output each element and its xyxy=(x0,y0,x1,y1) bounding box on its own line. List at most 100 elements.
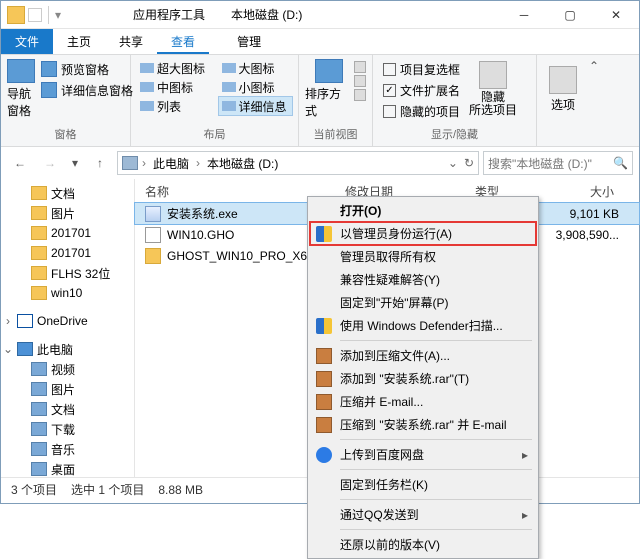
details-icon xyxy=(222,101,236,111)
baidu-icon xyxy=(316,447,332,463)
l-icons-icon xyxy=(222,63,236,73)
tab-view[interactable]: 查看 xyxy=(157,29,209,54)
shield-icon xyxy=(316,226,332,242)
titlebar: ▾ 应用程序工具 本地磁盘 (D:) ─ ▢ ✕ xyxy=(1,1,639,29)
tab-share[interactable]: 共享 xyxy=(105,29,157,54)
expand-icon[interactable]: ⌄ xyxy=(3,342,13,356)
tree-item: 图片 xyxy=(1,203,134,223)
preview-icon xyxy=(41,61,57,77)
ctx-compat[interactable]: 兼容性疑难解答(Y) xyxy=(310,268,536,291)
collapse-ribbon-button[interactable]: ⌃ xyxy=(583,55,605,146)
breadcrumb[interactable]: › 此电脑 › 本地磁盘 (D:) ⌄ ↻ xyxy=(117,151,479,175)
rar-icon xyxy=(316,348,332,364)
checkbox-icon xyxy=(383,63,396,76)
video-icon xyxy=(31,362,47,376)
ctx-compress-email[interactable]: 压缩并 E-mail... xyxy=(310,390,536,413)
tree-item: 文档 xyxy=(1,183,134,203)
hide-selected-button[interactable]: 隐藏 所选项目 xyxy=(466,59,520,119)
xl-icons-icon xyxy=(140,63,154,73)
checkboxes-toggle[interactable]: 项目复选框 xyxy=(379,59,464,79)
pc-icon xyxy=(17,342,33,356)
dropdown-icon[interactable]: ⌄ xyxy=(448,156,458,170)
dropdown-icon[interactable]: ▾ xyxy=(55,8,61,22)
drive-icon xyxy=(122,156,138,170)
forward-button[interactable]: → xyxy=(37,150,63,176)
expand-icon[interactable]: › xyxy=(3,314,13,328)
group-by-icon[interactable] xyxy=(354,61,366,73)
ctx-add-archive[interactable]: 添加到压缩文件(A)... xyxy=(310,344,536,367)
ctx-baidu-upload[interactable]: 上传到百度网盘▸ xyxy=(310,443,536,466)
back-button[interactable]: ← xyxy=(7,150,33,176)
tree-item: 图片 xyxy=(1,379,134,399)
checkbox-icon: ✓ xyxy=(383,84,396,97)
folder-icon xyxy=(31,246,47,260)
size-cols-icon[interactable] xyxy=(354,89,366,101)
up-button[interactable]: ↑ xyxy=(87,150,113,176)
preview-pane-button[interactable]: 预览窗格 xyxy=(37,59,137,79)
nav-pane-button[interactable]: 导航窗格 xyxy=(7,59,35,119)
folder-icon xyxy=(145,248,161,264)
rar-icon xyxy=(316,417,332,433)
ctx-open[interactable]: 打开(O) xyxy=(310,199,536,222)
folder-icon xyxy=(31,266,47,280)
status-selected: 选中 1 个项目 xyxy=(71,481,144,498)
tree-item: 视频 xyxy=(1,359,134,379)
separator xyxy=(340,439,532,440)
checkbox-icon xyxy=(383,105,396,118)
ctx-add-named[interactable]: 添加到 "安装系统.rar"(T) xyxy=(310,367,536,390)
nav-tree[interactable]: 文档 图片 201701 201701 FLHS 32位 win10 ›OneD… xyxy=(1,179,135,477)
music-icon xyxy=(31,442,47,456)
hidden-toggle[interactable]: 隐藏的项目 xyxy=(379,101,464,121)
props-icon[interactable] xyxy=(28,8,42,22)
ctx-run-as-admin[interactable]: 以管理员身份运行(A) xyxy=(310,222,536,245)
tree-item: 201701 xyxy=(1,223,134,243)
ctx-qq-send[interactable]: 通过QQ发送到▸ xyxy=(310,503,536,526)
tree-item: 下载 xyxy=(1,419,134,439)
download-icon xyxy=(31,422,47,436)
search-input[interactable]: 搜索"本地磁盘 (D:)" 🔍 xyxy=(483,151,633,175)
ribbon-tabs: 文件 主页 共享 查看 管理 xyxy=(1,29,639,55)
recent-button[interactable]: ▾ xyxy=(67,150,83,176)
list-icon xyxy=(140,101,154,111)
crumb-drive[interactable]: 本地磁盘 (D:) xyxy=(204,155,281,172)
ribbon: 导航窗格 预览窗格 详细信息窗格 窗格 超大图标 大图标 中图标 小图标 列表 … xyxy=(1,55,639,147)
col-size[interactable]: 大小 xyxy=(535,179,639,202)
tree-item: 音乐 xyxy=(1,439,134,459)
sort-button[interactable]: 排序方式 xyxy=(305,59,352,119)
options-button[interactable]: 选项 xyxy=(543,59,583,119)
minimize-button[interactable]: ─ xyxy=(501,1,547,29)
group-current-label: 当前视图 xyxy=(305,126,366,142)
close-button[interactable]: ✕ xyxy=(593,1,639,29)
tool-tab[interactable]: 应用程序工具 xyxy=(121,4,217,25)
s-icons-icon xyxy=(222,82,236,92)
ctx-pin-start[interactable]: 固定到"开始"屏幕(P) xyxy=(310,291,536,314)
layout-gallery[interactable]: 超大图标 大图标 中图标 小图标 列表 详细信息 xyxy=(137,59,292,115)
tab-file[interactable]: 文件 xyxy=(1,29,53,54)
crumb-pc[interactable]: 此电脑 xyxy=(150,155,192,172)
search-icon: 🔍 xyxy=(613,156,628,170)
submenu-arrow-icon: ▸ xyxy=(522,508,528,522)
ctx-previous-versions[interactable]: 还原以前的版本(V) xyxy=(310,533,536,556)
ctx-defender[interactable]: 使用 Windows Defender扫描... xyxy=(310,314,536,337)
status-count: 3 个项目 xyxy=(11,481,57,498)
add-cols-icon[interactable] xyxy=(354,75,366,87)
folder-icon xyxy=(31,286,47,300)
context-menu: 打开(O) 以管理员身份运行(A) 管理员取得所有权 兼容性疑难解答(Y) 固定… xyxy=(307,196,539,559)
m-icons-icon xyxy=(140,82,154,92)
nav-pane-icon xyxy=(7,59,35,83)
refresh-icon[interactable]: ↻ xyxy=(464,156,474,170)
shield-icon xyxy=(316,318,332,334)
details-pane-button[interactable]: 详细信息窗格 xyxy=(37,80,137,100)
tab-home[interactable]: 主页 xyxy=(53,29,105,54)
maximize-button[interactable]: ▢ xyxy=(547,1,593,29)
tree-item: 文档 xyxy=(1,399,134,419)
separator xyxy=(340,499,532,500)
ext-toggle[interactable]: ✓文件扩展名 xyxy=(379,80,464,100)
tab-manage[interactable]: 管理 xyxy=(223,29,275,54)
address-bar: ← → ▾ ↑ › 此电脑 › 本地磁盘 (D:) ⌄ ↻ 搜索"本地磁盘 (D… xyxy=(1,147,639,179)
col-name[interactable]: 名称 xyxy=(135,179,335,202)
ctx-take-ownership[interactable]: 管理员取得所有权 xyxy=(310,245,536,268)
submenu-arrow-icon: ▸ xyxy=(522,448,528,462)
ctx-pin-taskbar[interactable]: 固定到任务栏(K) xyxy=(310,473,536,496)
ctx-compress-named-email[interactable]: 压缩到 "安装系统.rar" 并 E-mail xyxy=(310,413,536,436)
